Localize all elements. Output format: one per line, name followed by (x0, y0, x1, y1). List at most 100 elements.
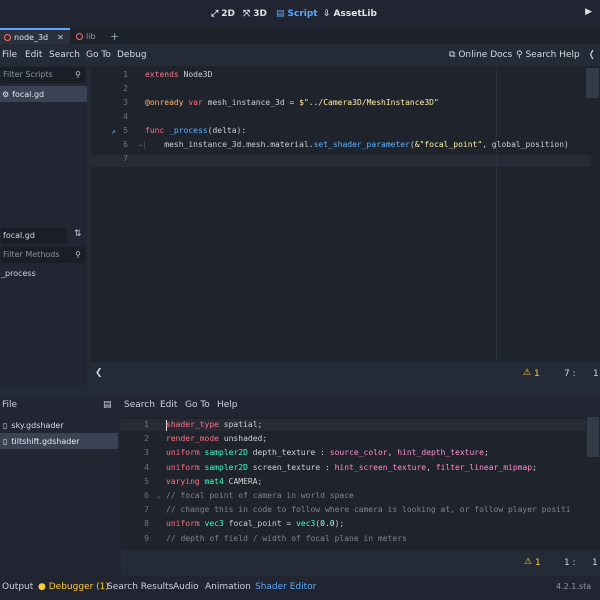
line-number: 5 (123, 126, 128, 135)
workspace-bar: ⤢ 2D ⤧ 3D ▤ Script ⇩ AssetLib ▶ (0, 0, 600, 28)
code-line: @onready var mesh_instance_3d = $"../Cam… (145, 98, 439, 107)
method-list-item[interactable]: _process (1, 269, 36, 278)
code-line: uniform sampler2D depth_texture : source… (166, 448, 489, 458)
filter-scripts-input[interactable]: Filter Scripts ⚲ (1, 67, 85, 83)
code-line: render_mode unshaded; (166, 434, 268, 444)
line-number: 9 (144, 533, 149, 543)
connection-icon: ↗ (111, 127, 116, 136)
3d-icon: ⤧ (243, 9, 251, 19)
workspace-2d-button[interactable]: ⤢ 2D (211, 7, 235, 21)
cursor-line: 1 : (564, 558, 576, 568)
online-docs-button[interactable]: ⧉ Online Docs (449, 50, 512, 60)
script-menu-bar: File Edit Search Go To Debug ⧉ Online Do… (0, 44, 600, 66)
tab-search-results[interactable]: Search Results (107, 582, 173, 592)
workspace-assetlib-button[interactable]: ⇩ AssetLib (323, 7, 377, 21)
shader-file-menu[interactable]: File (2, 400, 17, 410)
menu-file[interactable]: File (2, 50, 17, 60)
sort-icon[interactable]: ⇅ (74, 229, 82, 239)
shader-file-icon: ▯ (3, 420, 8, 430)
gear-icon: ⚙ (2, 89, 10, 99)
shader-file-item-selected[interactable]: ▯ tiltshift.gdshader (0, 433, 118, 449)
script-list-panel: Filter Scripts ⚲ ⚙ focal.gd focal.gd ⇅ F… (0, 66, 87, 386)
code-line: uniform vec3 focal_point = vec3(0.0); (166, 519, 345, 529)
line-number: 4 (123, 112, 128, 121)
code-line: func _process(delta): (145, 126, 247, 135)
line-number: 2 (144, 434, 149, 444)
menu-goto[interactable]: Go To (86, 50, 111, 60)
search-icon: ⚲ (75, 70, 81, 79)
assetlib-icon: ⇩ (323, 9, 331, 19)
scene-node-icon (4, 33, 11, 41)
line-number: 3 (144, 448, 149, 458)
shader-file-item[interactable]: ▯ sky.gdshader (0, 417, 118, 433)
scene-tab-lib[interactable]: lib (76, 28, 96, 44)
search-help-button[interactable]: ⚲ Search Help (516, 50, 580, 60)
tab-debugger[interactable]: ● Debugger (1) (38, 582, 109, 592)
cursor-line: 7 : (564, 369, 576, 379)
external-link-icon: ⧉ (449, 50, 456, 60)
code-line: varying mat4 CAMERA; (166, 476, 263, 486)
scene-node-icon (76, 32, 83, 40)
scene-tab-node-3d[interactable]: node_3d ✕ (0, 28, 70, 44)
line-number: 6 (123, 140, 128, 149)
chevron-left-icon[interactable]: ❮ (95, 368, 103, 378)
shader-menu-edit[interactable]: Edit (160, 400, 177, 410)
code-line: // depth of field / width of focal plane… (166, 533, 407, 543)
tab-animation[interactable]: Animation (205, 582, 251, 592)
line-number: 7 (123, 154, 128, 163)
warning-icon[interactable]: ⚠ (524, 557, 532, 567)
warning-icon[interactable]: ⚠ (523, 368, 531, 378)
shader-list-toggle-icon[interactable]: ▤ (103, 400, 112, 410)
status-dot-icon: ● (38, 582, 46, 592)
line-number: 5 (144, 476, 149, 486)
cursor-col: 1 (592, 558, 598, 568)
workspace-3d-button[interactable]: ⤧ 3D (243, 7, 267, 21)
minimap[interactable] (587, 417, 599, 457)
menu-search[interactable]: Search (49, 50, 80, 60)
menu-debug[interactable]: Debug (117, 50, 147, 60)
2d-icon: ⤢ (211, 9, 219, 19)
play-icon[interactable]: ▶ (585, 7, 592, 17)
tab-output[interactable]: Output (2, 582, 33, 592)
shader-status-bar: ⚠ 1 1 : 1 (121, 551, 600, 575)
bottom-panel-tabs: Output ● Debugger (1) Search Results Aud… (0, 576, 600, 600)
script-code-editor[interactable]: 1234567 ↗ →| extends Node3D @onready var … (91, 66, 600, 362)
current-script-name-field[interactable]: focal.gd (1, 228, 67, 244)
warning-count: 1 (535, 558, 541, 568)
current-line-highlight (91, 155, 591, 167)
version-label: 4.2.1.sta (556, 582, 592, 591)
menu-edit[interactable]: Edit (25, 50, 42, 60)
line-number: 7 (144, 505, 149, 515)
close-icon[interactable]: ✕ (57, 33, 64, 42)
line-number: 1 (123, 70, 128, 79)
workspace-script-button[interactable]: ▤ Script (276, 7, 318, 21)
line-number: 3 (123, 98, 128, 107)
shader-menu-goto[interactable]: Go To (185, 400, 210, 410)
line-number: 6 (144, 491, 149, 500)
code-line: uniform sampler2D screen_texture : hint_… (166, 462, 537, 472)
add-scene-icon[interactable]: + (110, 28, 119, 44)
script-icon: ▤ (276, 9, 285, 19)
script-list-item[interactable]: ⚙ focal.gd (0, 86, 87, 102)
shader-menu-help[interactable]: Help (217, 400, 238, 410)
scene-tab-bar: node_3d ✕ lib + (0, 28, 600, 44)
shader-code-editor[interactable]: 1 2 3 4 5 6 7 8 9 ⌄ shader_type spatial; render_m… (121, 417, 600, 550)
code-line: // change this in code to follow where c… (166, 505, 571, 515)
line-number: 1 (144, 420, 149, 429)
code-line: // focal point of camera in world space (166, 491, 354, 500)
minimap[interactable] (586, 68, 599, 98)
search-help-icon: ⚲ (516, 50, 523, 60)
shader-menu-search[interactable]: Search (124, 400, 155, 410)
warning-count: 1 (534, 369, 540, 379)
code-line: mesh_instance_3d.mesh.material.set_shade… (145, 140, 569, 149)
toggle-panel-icon[interactable]: ❬ (588, 50, 596, 60)
tab-audio[interactable]: Audio (173, 582, 199, 592)
cursor-col: 1 (593, 369, 599, 379)
fold-chevron-icon[interactable]: ⌄ (156, 491, 161, 500)
tab-shader-editor[interactable]: Shader Editor (255, 582, 316, 592)
code-line: extends Node3D (145, 70, 213, 79)
line-number: 4 (144, 462, 149, 472)
script-status-bar: ❮ ⚠ 1 7 : 1 (91, 363, 600, 385)
code-line: shader_type spatial; (166, 420, 263, 429)
filter-methods-input[interactable]: Filter Methods ⚲ (1, 247, 85, 263)
